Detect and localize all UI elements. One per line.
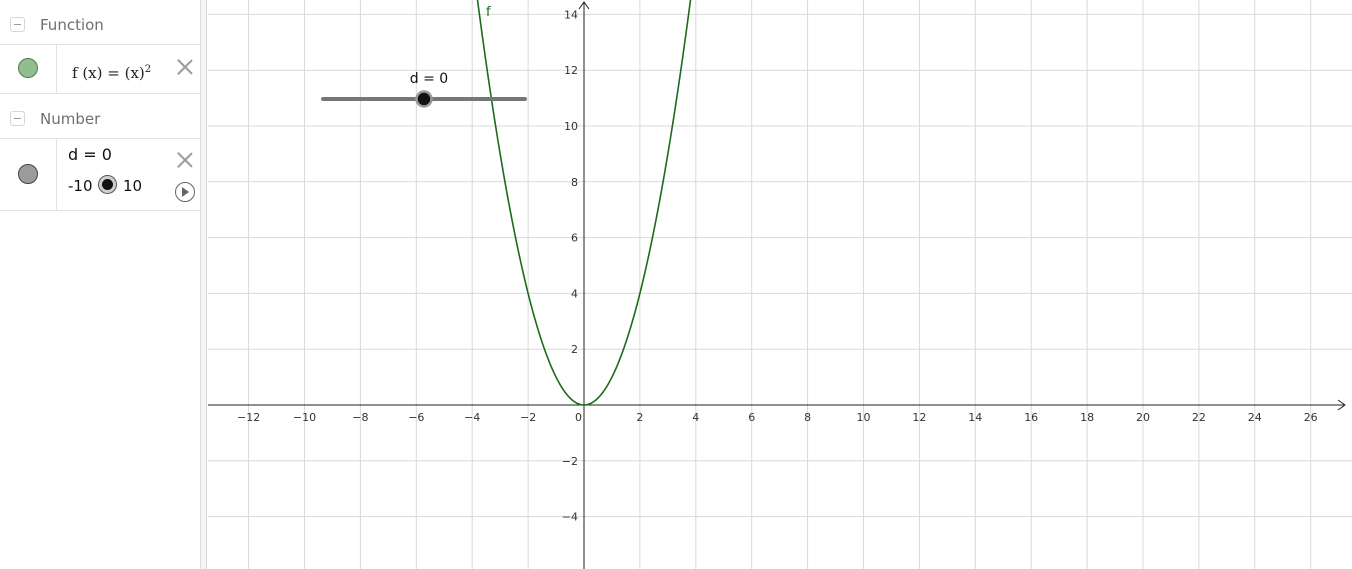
geogebra-app: Function f (x) = (x)2 Number d = 0 -10 1… [0,0,1352,569]
slider-min-label: -10 [68,177,93,195]
x-tick-labels: −12 −10 −8 −6 −4 −2 0 2 4 6 8 10 12 14 16 18 20 22 24 26 [237,411,1318,424]
x-tick-label: 2 [636,411,643,424]
y-tick-label: 12 [564,64,578,77]
graphics-view[interactable]: −12 −10 −8 −6 −4 −2 0 2 4 6 8 10 12 14 16 18 20 22 24 26 24… [208,0,1352,569]
x-tick-label: 12 [912,411,926,424]
y-tick-label: −4 [562,511,578,524]
y-tick-labels: 2 4 6 8 10 12 14 −2 −4 [562,8,578,523]
x-tick-label: 0 [575,411,582,424]
x-tick-label: −4 [464,411,480,424]
x-tick-label: 24 [1248,411,1262,424]
function-group-label: Function [40,16,104,34]
function-marble-icon[interactable] [18,58,38,78]
x-tick-label: 14 [968,411,982,424]
visibility-toggle[interactable] [0,139,57,210]
function-definition[interactable]: f (x) = (x)2 [72,64,151,82]
y-tick-label: 4 [571,287,578,300]
x-tick-label: 16 [1024,411,1038,424]
axes [208,1,1346,569]
x-tick-label: −6 [408,411,424,424]
algebra-item-function[interactable]: f (x) = (x)2 [0,44,200,94]
y-tick-label: 2 [571,343,578,356]
x-tick-label: −2 [520,411,536,424]
collapse-function-group-icon[interactable] [10,17,25,32]
x-tick-label: −12 [237,411,260,424]
slider-caption: d = 0 [410,71,448,87]
x-tick-label: 18 [1080,411,1094,424]
graphics-canvas[interactable]: −12 −10 −8 −6 −4 −2 0 2 4 6 8 10 12 14 16 18 20 22 24 26 24… [208,0,1352,569]
slider-knob[interactable] [415,90,433,108]
x-tick-label: 22 [1192,411,1206,424]
panel-divider[interactable] [201,0,207,569]
x-tick-label: 26 [1304,411,1318,424]
x-tick-label: 10 [857,411,871,424]
collapse-number-group-icon[interactable] [10,111,25,126]
x-tick-label: −10 [293,411,316,424]
number-definition[interactable]: d = 0 [68,145,112,164]
y-tick-label: 8 [571,176,578,189]
x-tick-label: 20 [1136,411,1150,424]
y-tick-label: 14 [564,8,578,21]
y-tick-label: 10 [564,120,578,133]
x-tick-label: 4 [692,411,699,424]
number-marble-icon[interactable] [18,164,38,184]
x-tick-label: 8 [804,411,811,424]
number-group-header[interactable]: Number [0,96,200,140]
slider-max-label: 10 [123,177,143,195]
number-group-label: Number [40,110,101,128]
function-group-header[interactable]: Function [0,2,200,46]
delete-function-icon[interactable] [176,58,194,76]
slider-d[interactable]: d = 0 [321,71,527,108]
grid [208,0,1352,569]
algebra-slider-knob[interactable] [99,176,116,193]
delete-number-icon[interactable] [176,151,194,169]
y-tick-label: 6 [571,232,578,245]
visibility-toggle[interactable] [0,45,57,93]
curve-label[interactable]: f [486,5,491,20]
x-tick-label: −8 [352,411,368,424]
play-icon[interactable] [175,182,195,202]
x-tick-label: 6 [748,411,755,424]
y-tick-label: −2 [562,455,578,468]
algebra-view: Function f (x) = (x)2 Number d = 0 -10 1… [0,0,201,569]
algebra-item-number[interactable]: d = 0 -10 10 [0,138,200,211]
